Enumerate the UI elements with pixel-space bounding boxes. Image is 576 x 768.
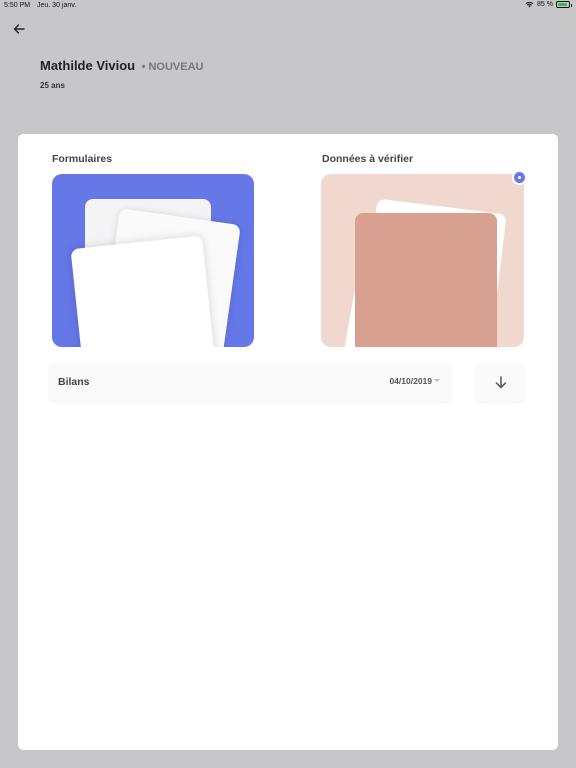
bilans-date-select[interactable]: 04/10/2019: [389, 376, 432, 386]
battery-icon: [556, 1, 572, 8]
patient-age: 25 ans: [40, 81, 65, 90]
arrow-down-icon: [495, 376, 506, 389]
status-indicators: 85 %: [525, 1, 572, 8]
folder-illustration: [355, 213, 497, 347]
notification-dot-icon: [512, 170, 527, 185]
status-bar: 5:50 PM Jeu. 30 janv. 85 %: [0, 0, 576, 12]
verify-tile-label: Données à vérifier: [322, 153, 414, 165]
forms-tile-label: Formulaires: [52, 153, 113, 165]
forms-tile[interactable]: [52, 174, 254, 347]
status-date: Jeu. 30 janv.: [37, 2, 77, 9]
back-button[interactable]: [10, 20, 28, 38]
status-time: 5:50 PM: [4, 2, 31, 9]
verify-tile[interactable]: [321, 174, 524, 347]
patient-card: Formulaires Données à vérifier Bilans 04…: [18, 134, 558, 750]
download-button[interactable]: [476, 364, 525, 401]
battery-percent: 85 %: [537, 1, 553, 8]
patient-name: Mathilde Viviou: [40, 58, 136, 73]
bilans-label: Bilans: [58, 376, 90, 388]
caret-down-icon: [434, 379, 440, 382]
bilans-selector[interactable]: Bilans 04/10/2019: [49, 364, 451, 401]
wifi-icon: [525, 1, 534, 8]
patient-status-badge: • NOUVEAU: [141, 61, 204, 73]
arrow-left-icon: [13, 24, 25, 34]
patient-header: Mathilde Viviou • NOUVEAU 25 ans: [40, 57, 203, 90]
paper-illustration-front: [70, 235, 218, 347]
